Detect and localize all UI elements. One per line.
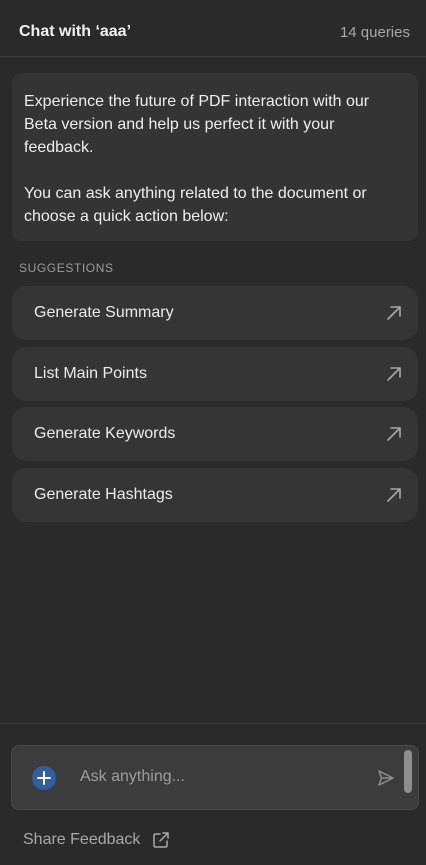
composer-scrollbar[interactable] (404, 750, 412, 793)
external-link-icon (153, 832, 170, 848)
suggestion-label: Generate Keywords (34, 425, 176, 442)
share-feedback-label: Share Feedback (23, 831, 141, 848)
suggestion-generate-summary[interactable]: Generate Summary (12, 286, 418, 340)
suggestion-label: Generate Summary (34, 304, 174, 321)
suggestion-label: Generate Hashtags (34, 485, 173, 503)
suggestions-list: Generate Summary List Main Points Genera… (12, 286, 418, 528)
suggestions-heading: SUGGESTIONS (19, 261, 114, 275)
arrow-up-right-icon (387, 306, 401, 320)
plus-icon (37, 771, 51, 785)
arrow-up-right-icon (387, 366, 401, 381)
chat-composer (11, 745, 419, 810)
send-icon[interactable] (376, 768, 396, 788)
intro-paragraph-2: You can ask anything related to the docu… (24, 185, 367, 225)
chat-header: Chat with ‘aaa’ 14 queries (0, 0, 426, 57)
share-feedback-link[interactable]: Share Feedback (23, 830, 170, 850)
footer-divider (0, 723, 426, 724)
suggestion-generate-keywords[interactable]: Generate Keywords (12, 407, 418, 461)
intro-paragraph-1: Experience the future of PDF interaction… (24, 93, 370, 156)
ask-input[interactable] (80, 765, 360, 789)
chat-title: Chat with ‘aaa’ (19, 23, 132, 40)
query-count: 14 queries (339, 24, 410, 41)
intro-message: Experience the future of PDF interaction… (12, 73, 418, 241)
arrow-up-right-icon (387, 427, 401, 441)
suggestion-label: List Main Points (34, 364, 147, 382)
suggestion-generate-hashtags[interactable]: Generate Hashtags (12, 467, 418, 522)
arrow-up-right-icon (387, 487, 401, 502)
suggestion-list-main-points[interactable]: List Main Points (12, 346, 418, 401)
add-attachment-button[interactable] (32, 766, 56, 790)
chat-panel: Chat with ‘aaa’ 14 queries Experience th… (0, 0, 426, 865)
